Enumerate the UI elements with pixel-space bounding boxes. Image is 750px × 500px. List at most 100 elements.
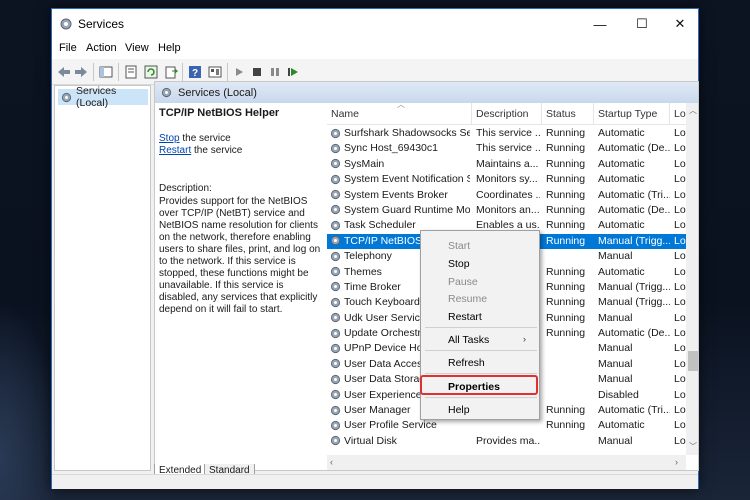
service-startup-type: Manual xyxy=(598,342,633,355)
column-status[interactable]: Status xyxy=(542,103,594,125)
service-name: System Guard Runtime Mon... xyxy=(344,203,470,216)
service-status: Running xyxy=(546,173,586,186)
forward-arrow-icon[interactable] xyxy=(72,63,90,81)
gear-icon xyxy=(330,174,341,184)
service-status: Running xyxy=(546,311,586,324)
service-name: Time Broker xyxy=(344,280,401,293)
window-title: Services xyxy=(78,17,125,31)
console-tree-icon[interactable] xyxy=(97,63,115,81)
service-status: Running xyxy=(546,280,586,293)
back-arrow-icon[interactable] xyxy=(55,63,73,81)
service-startup-type: Manual (Trigg... xyxy=(598,234,670,247)
gear-icon xyxy=(330,251,341,261)
title-bar[interactable]: Services — ☐ ✕ xyxy=(52,9,698,39)
table-row[interactable]: System Event Notification S... Monitors s… xyxy=(327,172,698,187)
menu-help[interactable]: Help xyxy=(158,42,181,54)
menu-resume[interactable]: Resume xyxy=(448,293,487,305)
menu-restart[interactable]: Restart xyxy=(448,311,482,323)
play-icon[interactable] xyxy=(230,63,248,81)
service-name: Task Scheduler xyxy=(344,219,416,232)
service-name-cell: System Guard Runtime Mon... xyxy=(330,204,470,216)
service-name-cell: Virtual Disk xyxy=(330,435,470,447)
service-status: Running xyxy=(546,296,586,309)
vertical-scrollbar[interactable]: ︿ ﹀ xyxy=(686,103,698,455)
table-row[interactable]: Sync Host_69430c1 This service ... Running… xyxy=(327,141,698,156)
gear-icon xyxy=(330,313,341,323)
gear-icon xyxy=(330,297,341,307)
pane-header: Services (Local) xyxy=(155,82,698,103)
service-description: Provides ma... xyxy=(476,434,540,447)
export-list-icon[interactable] xyxy=(162,63,180,81)
maximize-button[interactable]: ☐ xyxy=(622,9,662,39)
pause-icon[interactable] xyxy=(266,63,284,81)
gear-icon xyxy=(330,405,341,415)
table-row[interactable]: Surfshark Shadowsocks Serv... This servic… xyxy=(327,126,698,141)
submenu-arrow-icon: › xyxy=(523,334,526,344)
table-row[interactable]: System Guard Runtime Mon... Monitors an..… xyxy=(327,203,698,218)
stop-icon[interactable] xyxy=(248,63,266,81)
service-status: Running xyxy=(546,157,586,170)
scrollbar-thumb[interactable] xyxy=(688,351,698,371)
close-button[interactable]: ✕ xyxy=(660,9,700,39)
service-status: Running xyxy=(546,127,586,139)
restart-link-suffix: the service xyxy=(191,145,243,156)
menu-all-tasks[interactable]: All Tasks xyxy=(448,334,489,346)
minimize-button[interactable]: — xyxy=(580,9,620,39)
tree-item-services-local[interactable]: Services (Local) xyxy=(58,85,148,109)
gear-icon xyxy=(330,359,341,369)
column-startup-type[interactable]: Startup Type xyxy=(594,103,670,125)
gear-icon xyxy=(61,92,72,102)
service-name-cell: System Events Broker xyxy=(330,189,470,201)
menu-refresh[interactable]: Refresh xyxy=(448,357,485,369)
column-name[interactable]: Name xyxy=(327,103,472,125)
menu-divider xyxy=(425,373,537,374)
menu-file[interactable]: File xyxy=(59,42,77,54)
service-startup-type: Automatic xyxy=(598,173,645,186)
service-startup-type: Automatic (De... xyxy=(598,203,670,216)
menu-divider xyxy=(425,397,537,398)
service-name: Themes xyxy=(344,265,382,278)
gear-icon xyxy=(330,205,341,215)
table-row[interactable]: Virtual Disk Provides ma... Manual Loc xyxy=(327,434,698,449)
gear-icon xyxy=(330,220,341,230)
tree-item-label: Services (Local) xyxy=(76,85,117,109)
scroll-right-icon[interactable]: › xyxy=(675,457,678,467)
service-startup-type: Automatic xyxy=(598,127,645,139)
gear-icon xyxy=(161,87,172,98)
service-startup-type: Disabled xyxy=(598,388,639,401)
service-name: System Events Broker xyxy=(344,188,448,201)
console-pane-icon[interactable] xyxy=(206,63,224,81)
column-description[interactable]: Description xyxy=(472,103,542,125)
service-status: Running xyxy=(546,327,586,340)
menu-view[interactable]: View xyxy=(125,42,149,54)
service-startup-type: Automatic (Tri... xyxy=(598,188,670,201)
menu-help[interactable]: Help xyxy=(448,404,470,416)
toolbar-divider xyxy=(182,63,183,81)
gear-icon xyxy=(330,390,341,400)
toolbar-divider xyxy=(93,63,94,81)
properties-icon[interactable] xyxy=(122,63,140,81)
service-startup-type: Automatic (De... xyxy=(598,327,670,340)
scroll-up-icon[interactable]: ︿ xyxy=(689,105,697,116)
menu-stop[interactable]: Stop xyxy=(448,258,470,270)
stop-link[interactable]: Stop xyxy=(159,133,180,144)
menu-start[interactable]: Start xyxy=(448,240,470,252)
pane-header-title: Services (Local) xyxy=(178,86,257,99)
table-header: ︿ Name Description Status Startup Type L… xyxy=(327,100,698,125)
scroll-down-icon[interactable]: ﹀ xyxy=(689,441,697,452)
gear-icon xyxy=(330,328,341,338)
table-row[interactable]: User Profile Service Running Automatic Loc xyxy=(327,418,698,433)
restart-link[interactable]: Restart xyxy=(159,145,191,156)
service-startup-type: Automatic xyxy=(598,219,645,232)
service-status: Running xyxy=(546,234,586,247)
table-row[interactable]: SysMain Maintains a... Running Automatic Loc xyxy=(327,157,698,172)
menu-pause[interactable]: Pause xyxy=(448,276,478,288)
service-name-cell: Surfshark Shadowsocks Serv... xyxy=(330,127,470,139)
service-name-cell: SysMain xyxy=(330,158,470,170)
restart-icon[interactable] xyxy=(284,63,302,81)
table-row[interactable]: System Events Broker Coordinates ... Runni… xyxy=(327,188,698,203)
help-icon[interactable]: ? xyxy=(186,63,204,81)
horizontal-scrollbar[interactable]: ‹ › xyxy=(327,455,686,470)
refresh-icon[interactable] xyxy=(142,63,160,81)
menu-action[interactable]: Action xyxy=(86,42,117,54)
